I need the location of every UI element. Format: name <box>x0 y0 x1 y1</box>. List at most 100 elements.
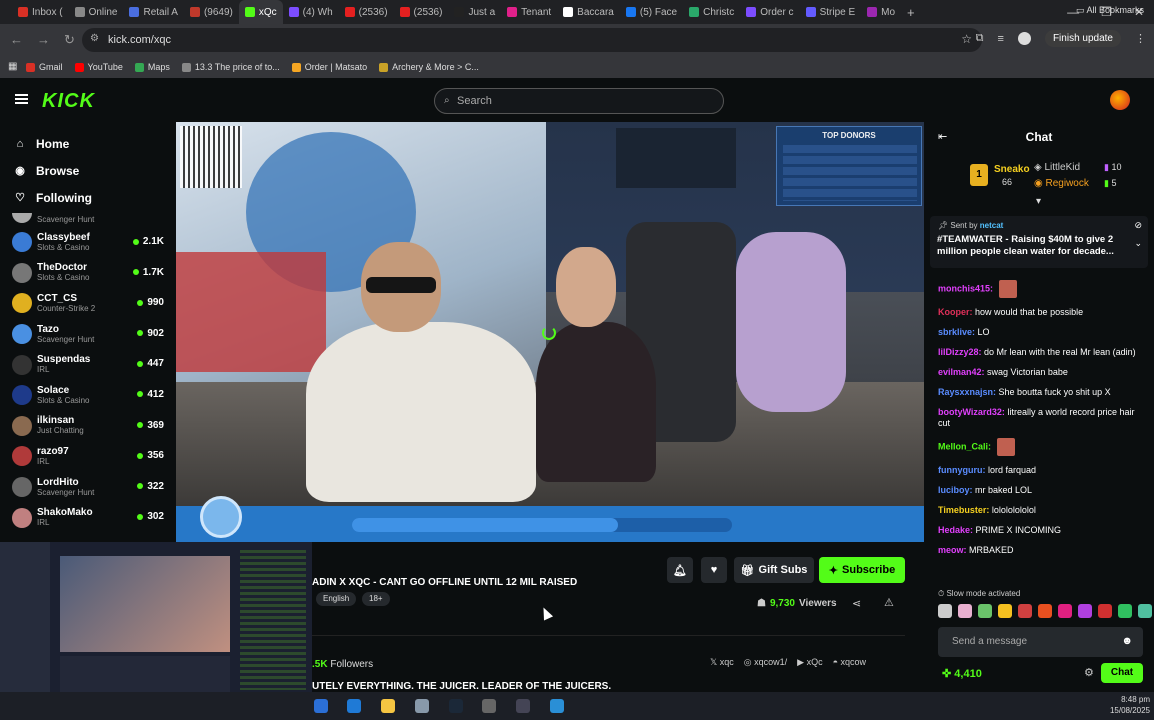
apps-icon[interactable]: ▦ <box>8 61 17 72</box>
sidebar-channel[interactable]: Tazo Scavenger Hunt 902 <box>0 319 176 350</box>
browser-tab[interactable]: Retail A <box>123 0 183 24</box>
browser-tab[interactable]: Online <box>69 0 124 24</box>
chat-username[interactable]: meow: <box>938 545 967 555</box>
chat-username[interactable]: bootyWizard32: <box>938 407 1005 417</box>
browser-tab[interactable]: Mo <box>861 0 901 24</box>
chat-username[interactable]: Mellon_Cali: <box>938 441 991 451</box>
social-discord[interactable]: ◓ xqcow <box>833 657 866 668</box>
video-player[interactable]: TOP DONORS <box>176 122 924 542</box>
browser-tab[interactable]: Tenant <box>501 0 557 24</box>
sidebar-channel[interactable]: Solace Slots & Casino 412 <box>0 380 176 411</box>
chat-username[interactable]: Timebuster: <box>938 505 989 515</box>
bookmark-item[interactable]: 13.3 The price of to... <box>181 62 280 72</box>
system-clock[interactable]: 8:48 pm 15/08/2025 <box>1110 694 1150 716</box>
all-bookmarks[interactable]: ▭ All Bookmarks <box>1076 5 1144 16</box>
file-explorer-icon[interactable] <box>381 699 395 713</box>
quick-emote-icon[interactable] <box>938 604 952 618</box>
menu-hamburger-icon[interactable] <box>15 94 28 104</box>
sidebar-channel[interactable]: ilkinsan Just Chatting 369 <box>0 411 176 442</box>
menu-icon[interactable]: ⋮ <box>1135 32 1146 45</box>
chat-username[interactable]: Hedake: <box>938 525 973 535</box>
chat-settings-icon[interactable]: ⚙ <box>1084 666 1094 679</box>
finish-update-button[interactable]: Finish update <box>1044 30 1121 47</box>
site-info-icon[interactable]: ⚙ <box>90 33 99 44</box>
pinned-expand-chevron-icon[interactable]: ⌄ <box>1134 238 1142 249</box>
quick-emote-icon[interactable] <box>1038 604 1052 618</box>
notification-bell-icon[interactable]: 🔔︎ <box>667 557 693 583</box>
app-icon[interactable] <box>415 699 429 713</box>
quick-emote-icon[interactable] <box>1118 604 1132 618</box>
social-x[interactable]: 𝕏 xqc <box>710 657 734 668</box>
quick-emote-icon[interactable] <box>1098 604 1112 618</box>
chat-username[interactable]: Raysxxnajsn: <box>938 387 996 397</box>
calculator-icon[interactable] <box>516 699 530 713</box>
kick-logo[interactable]: KICK <box>42 90 95 113</box>
sidebar-nav-following[interactable]: ♡ Following <box>0 184 176 211</box>
browser-tab[interactable]: Just a <box>448 0 501 24</box>
gift-subs-button[interactable]: 🎁︎ Gift Subs <box>734 557 814 583</box>
tag-language[interactable]: English <box>316 592 357 606</box>
expand-leaderboard-icon[interactable]: ▾ <box>1036 196 1041 207</box>
browser-tab[interactable]: (2536) <box>394 0 449 24</box>
sidebar-channel[interactable]: razo97 IRL 356 <box>0 441 176 472</box>
quick-emote-icon[interactable] <box>1138 604 1152 618</box>
quick-emote-icon[interactable] <box>958 604 972 618</box>
bookmark-item[interactable]: Gmail <box>26 62 63 72</box>
chat-username[interactable]: luciboy: <box>938 485 973 495</box>
profile-icon[interactable] <box>1017 32 1031 45</box>
sidebar-channel[interactable]: TheDoctor Slots & Casino 1.7K <box>0 258 176 289</box>
sidebar-channel[interactable]: CCT_CS Counter-Strike 2 990 <box>0 288 176 319</box>
bookmark-item[interactable]: Order | Matsato <box>291 62 367 72</box>
sidebar-channel-partial[interactable]: Scavenger Hunt <box>0 213 176 227</box>
chat-username[interactable]: evilman42: <box>938 367 985 377</box>
browser-tab[interactable]: Order c <box>740 0 799 24</box>
browser-tab[interactable]: (9649) <box>184 0 239 24</box>
forward-icon[interactable]: → <box>37 32 50 48</box>
social-instagram[interactable]: ◎ xqcow1/ <box>744 657 787 668</box>
user-avatar[interactable] <box>1110 90 1130 110</box>
follow-heart-icon[interactable]: ♥ <box>701 557 727 583</box>
chat-username[interactable]: Kooper: <box>938 307 973 317</box>
tab-search-icon[interactable]: ≡ <box>998 33 1004 45</box>
outlook-icon[interactable] <box>347 699 361 713</box>
unpin-icon[interactable]: ⊘ <box>1134 220 1142 231</box>
browser-tab[interactable]: xQc <box>238 0 283 24</box>
leader-2[interactable]: ◈ LittleKid <box>1034 162 1080 173</box>
url-input[interactable]: ⚙ kick.com/xqc ☆ <box>82 28 982 52</box>
settings-icon[interactable] <box>482 699 496 713</box>
back-icon[interactable]: ← <box>10 32 23 48</box>
telegram-icon[interactable] <box>550 699 564 713</box>
chat-username[interactable]: sbrklive: <box>938 327 975 337</box>
bookmark-star-icon[interactable]: ☆ <box>961 32 972 46</box>
quick-emote-icon[interactable] <box>998 604 1012 618</box>
quick-emote-icon[interactable] <box>1018 604 1032 618</box>
leader-1-name[interactable]: Sneako <box>994 164 1030 175</box>
search-input[interactable]: ⌕ Search <box>434 88 724 114</box>
chat-message-input[interactable]: Send a message ☻ <box>938 627 1143 657</box>
browser-tab[interactable]: Inbox ( <box>12 0 69 24</box>
sidebar-channel[interactable]: LordHito Scavenger Hunt 322 <box>0 472 176 503</box>
reload-icon[interactable]: ↻ <box>64 32 75 48</box>
browser-tab[interactable]: Stripe E <box>800 0 862 24</box>
bookmark-item[interactable]: Archery & More > C... <box>379 62 479 72</box>
share-icon[interactable]: ⋖ <box>852 597 861 610</box>
sidebar-channel[interactable]: Classybeef Slots & Casino 2.1K <box>0 227 176 258</box>
sidebar-channel[interactable]: ShakoMako IRL 302 <box>0 502 176 533</box>
quick-emote-icon[interactable] <box>1058 604 1072 618</box>
pinned-message[interactable]: 📌︎ Sent by netcat #TEAMWATER - Raising $… <box>930 216 1148 268</box>
subscribe-button[interactable]: ✦ Subscribe <box>819 557 905 583</box>
quick-emote-icon[interactable] <box>978 604 992 618</box>
new-tab-icon[interactable]: + <box>901 5 921 20</box>
tag-age[interactable]: 18+ <box>362 592 390 606</box>
quick-emote-icon[interactable] <box>1078 604 1092 618</box>
store-icon[interactable] <box>314 699 328 713</box>
browser-tab[interactable]: (4) Wh <box>283 0 339 24</box>
send-chat-button[interactable]: Chat <box>1101 663 1143 683</box>
browser-tab[interactable]: Baccara <box>557 0 620 24</box>
steam-icon[interactable] <box>449 699 463 713</box>
sidebar-nav-browse[interactable]: ◉ Browse <box>0 157 176 184</box>
leader-3[interactable]: ◉ Regiwock <box>1034 178 1089 189</box>
chat-username[interactable]: monchis415: <box>938 283 993 293</box>
browser-tab[interactable]: (5) Face <box>620 0 683 24</box>
chat-username[interactable]: lilDizzy28: <box>938 347 982 357</box>
